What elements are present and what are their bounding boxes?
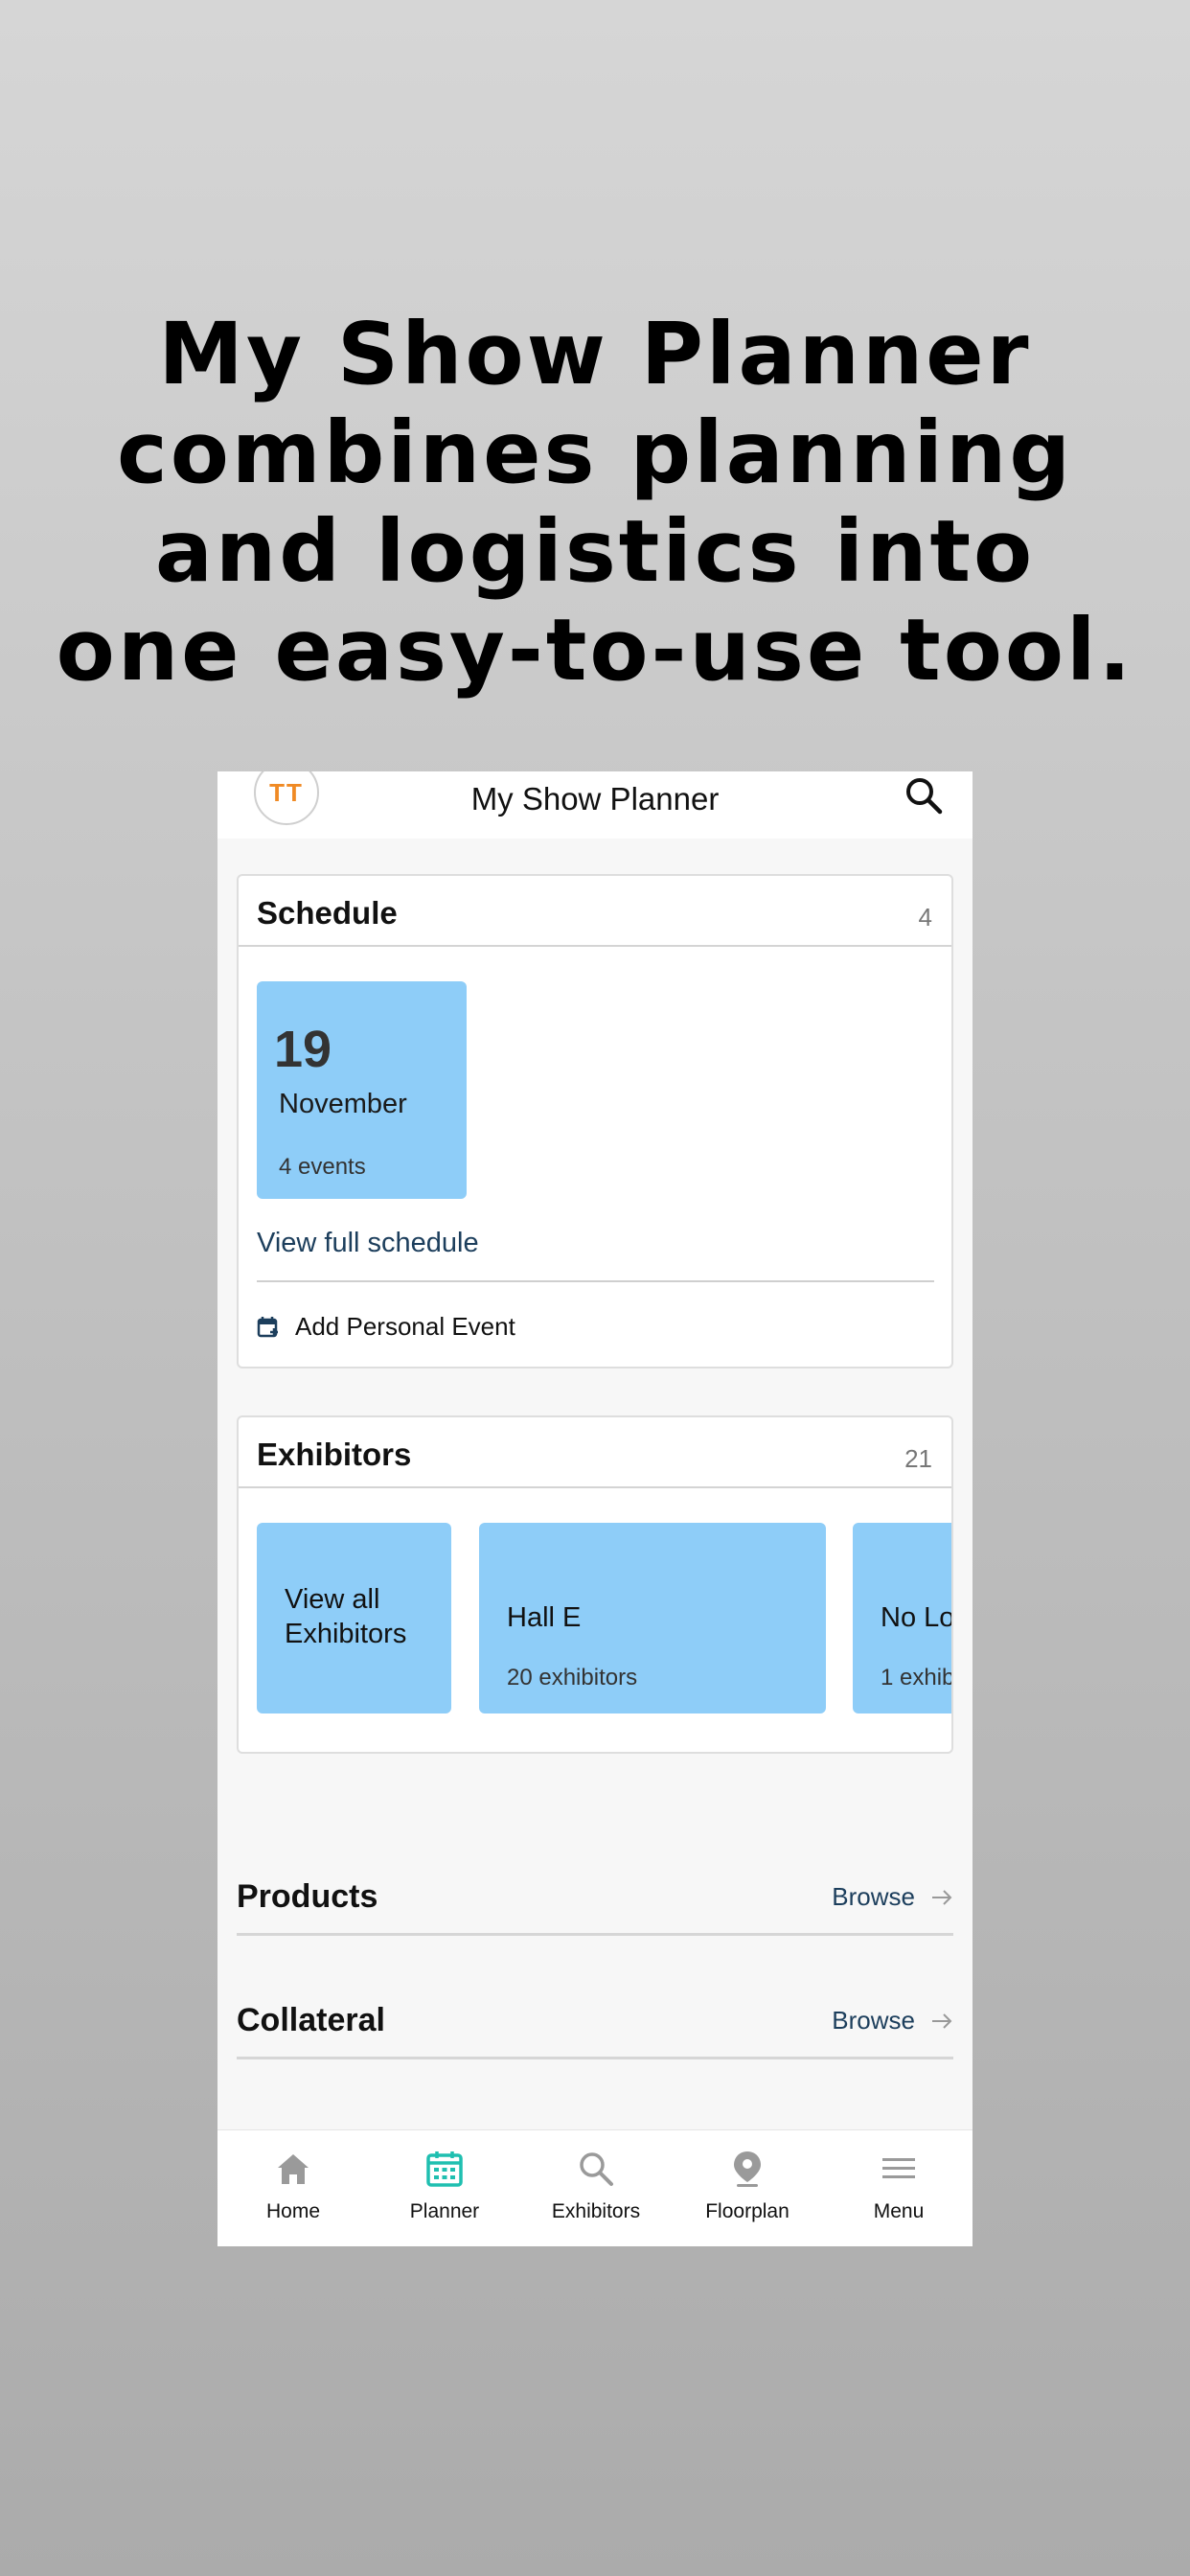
exhibitors-card: Exhibitors 21 View all Exhibitors Hall E… (237, 1415, 953, 1754)
exhibitor-tile-count: 1 exhibitor (881, 1665, 951, 1690)
products-browse-link[interactable]: Browse (832, 1882, 915, 1912)
date-month: November (279, 1089, 407, 1119)
date-event-count: 4 events (279, 1154, 366, 1180)
view-full-schedule-link[interactable]: View full schedule (257, 1228, 479, 1259)
add-personal-event-button[interactable]: Add Personal Event (257, 1312, 515, 1342)
headline-line: and logistics into (154, 501, 1036, 601)
menu-icon (882, 2158, 915, 2178)
headline-line: one easy-to-use tool. (56, 600, 1134, 700)
products-row[interactable]: Products Browse (237, 1859, 953, 1936)
arrow-right-icon (932, 1890, 952, 1905)
exhibitor-tile-no-location[interactable]: No Location 1 exhibitor (853, 1523, 953, 1714)
exhibitors-count: 21 (904, 1444, 932, 1473)
calendar-icon (426, 2151, 463, 2187)
divider (257, 1280, 934, 1282)
schedule-header: Schedule 4 (239, 876, 951, 947)
schedule-card: Schedule 4 19 November 4 events View ful… (237, 874, 953, 1368)
exhibitors-title: Exhibitors (257, 1437, 412, 1472)
collateral-row[interactable]: Collateral Browse (237, 1983, 953, 2059)
search-icon (580, 2152, 613, 2186)
search-button[interactable] (903, 774, 945, 816)
search-icon (906, 778, 943, 815)
map-pin-icon (734, 2151, 761, 2187)
date-tile[interactable]: 19 November 4 events (257, 981, 467, 1199)
exhibitor-tile-label: Hall E (507, 1602, 582, 1633)
tab-label: Exhibitors (551, 2200, 641, 2222)
tab-menu[interactable]: Menu (823, 2130, 973, 2246)
calendar-add-icon (257, 1316, 278, 1337)
collateral-title: Collateral (237, 2002, 385, 2038)
tab-home[interactable]: Home (217, 2130, 369, 2246)
headline-line: My Show Planner (158, 304, 1032, 403)
headline-line: combines planning (116, 402, 1074, 502)
exhibitor-tile-label: No Location (881, 1602, 953, 1633)
tab-floorplan[interactable]: Floorplan (672, 2130, 823, 2246)
tab-planner[interactable]: Planner (369, 2130, 520, 2246)
schedule-title: Schedule (257, 895, 398, 931)
exhibitors-header: Exhibitors 21 (239, 1417, 951, 1488)
app-screen: TT My Show Planner Schedule 4 19 Novembe… (217, 771, 973, 2246)
home-icon (278, 2154, 309, 2184)
date-day: 19 (274, 1021, 332, 1078)
exhibitor-tile-hall-e[interactable]: Hall E 20 exhibitors (479, 1523, 826, 1714)
app-title: My Show Planner (470, 781, 720, 816)
top-bar: TT My Show Planner (217, 771, 973, 839)
tab-label: Floorplan (705, 2200, 790, 2222)
schedule-count: 4 (918, 903, 932, 932)
promo-headline: My Show Planner combines planning and lo… (0, 305, 1190, 700)
exhibitor-carousel[interactable]: View all Exhibitors Hall E 20 exhibitors… (257, 1523, 953, 1714)
tab-label: Home (265, 2200, 321, 2222)
add-personal-event-label: Add Personal Event (295, 1312, 515, 1341)
tab-exhibitors[interactable]: Exhibitors (520, 2130, 672, 2246)
exhibitor-tile-count: 20 exhibitors (507, 1665, 638, 1690)
products-title: Products (237, 1878, 378, 1915)
tab-label: Menu (873, 2200, 925, 2222)
tab-label: Planner (409, 2200, 480, 2222)
exhibitor-tile-label: View all Exhibitors (285, 1584, 407, 1649)
collateral-browse-link[interactable]: Browse (832, 2006, 915, 2036)
arrow-right-icon (932, 2013, 952, 2029)
exhibitor-tile-view-all[interactable]: View all Exhibitors (257, 1523, 451, 1714)
bottom-tab-bar: Home Planner Exhibitors Floorplan Menu (217, 2129, 973, 2246)
